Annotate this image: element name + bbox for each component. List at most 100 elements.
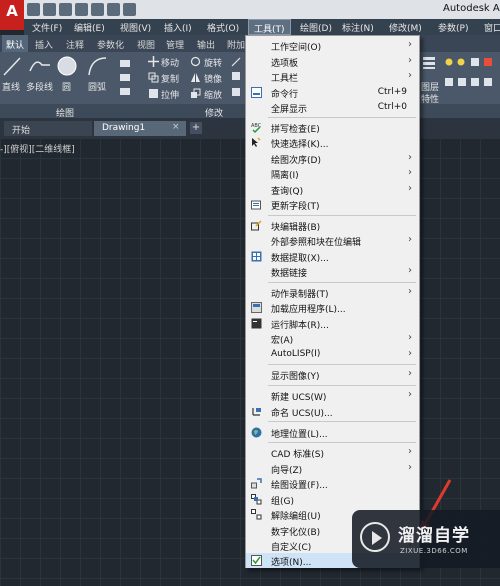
menu-item-26[interactable]: 向导(Z) › xyxy=(246,461,419,476)
menu-item-shortcut: Ctrl+9 xyxy=(377,87,407,97)
tab-start[interactable]: 开始 xyxy=(4,121,92,136)
menu-item-label: 地理位置(L)... xyxy=(271,430,328,440)
viewport-controls[interactable]: -][俯视][二维线框] xyxy=(0,142,75,155)
menu-item-11[interactable]: 更新字段(T) xyxy=(246,197,419,212)
scale-icon[interactable] xyxy=(190,88,201,99)
submenu-arrow-icon: › xyxy=(408,167,412,178)
menu-item-13[interactable]: 外部参照和块在位编辑 › xyxy=(246,233,419,248)
app-title: Autodesk Au xyxy=(443,3,500,14)
tab-annotate[interactable]: 注释 xyxy=(66,38,84,51)
tab-output[interactable]: 输出 xyxy=(197,38,215,51)
close-icon[interactable]: × xyxy=(172,122,180,132)
tab-insert[interactable]: 插入 xyxy=(35,38,53,51)
menu-item-1[interactable]: 工作空间(O) › xyxy=(246,38,419,53)
undo-icon[interactable] xyxy=(107,3,120,16)
menu-item-label: 工具栏 xyxy=(271,74,299,84)
layer-properties-icon[interactable] xyxy=(422,56,436,70)
menu-format[interactable]: 格式(O) xyxy=(207,21,239,34)
menu-window[interactable]: 窗口(W) xyxy=(484,21,500,34)
menu-item-17[interactable]: 加载应用程序(L)... xyxy=(246,300,419,315)
mirror-icon[interactable] xyxy=(190,72,201,83)
open-file-icon[interactable] xyxy=(43,3,56,16)
menu-separator xyxy=(268,117,416,118)
menu-item-24[interactable]: 地理位置(L)... xyxy=(246,425,419,440)
menu-item-12[interactable]: 块编辑器(B) xyxy=(246,218,419,233)
menu-parametric[interactable]: 参数(P) xyxy=(438,21,468,34)
more-draw-icons[interactable] xyxy=(118,58,138,100)
menu-item-2[interactable]: 选项板 › xyxy=(246,54,419,69)
modify-scale-label[interactable]: 缩放 xyxy=(204,88,222,101)
save-icon[interactable] xyxy=(59,3,72,16)
menu-item-8[interactable]: 绘图次序(D) › xyxy=(246,151,419,166)
layer-tool-icons[interactable] xyxy=(444,76,498,88)
arc-icon[interactable] xyxy=(86,55,108,77)
line-icon[interactable] xyxy=(2,55,22,77)
menu-tools[interactable]: 工具(T) xyxy=(248,19,291,35)
menu-item-23[interactable]: 命名 UCS(U)... xyxy=(246,404,419,419)
modify-move-label[interactable]: 移动 xyxy=(161,56,179,69)
menu-item-4[interactable]: 命令行 Ctrl+9 xyxy=(246,85,419,100)
menu-item-22[interactable]: 新建 UCS(W) › xyxy=(246,388,419,403)
menu-insert[interactable]: 插入(I) xyxy=(164,21,192,34)
modify-rotate-label[interactable]: 旋转 xyxy=(204,56,222,69)
menu-item-18[interactable]: 运行脚本(R)... xyxy=(246,316,419,331)
application-menu-button[interactable]: A xyxy=(0,0,24,30)
menu-item-16[interactable]: 动作录制器(T) › xyxy=(246,285,419,300)
add-tab-icon[interactable]: + xyxy=(190,122,202,134)
new-file-icon[interactable] xyxy=(27,3,40,16)
menu-item-14[interactable]: 数据提取(X)... xyxy=(246,249,419,264)
menu-item-5[interactable]: 全屏显示 Ctrl+0 xyxy=(246,100,419,115)
modify-mirror-label[interactable]: 镜像 xyxy=(204,72,222,85)
menu-item-label: 数据提取(X)... xyxy=(271,254,329,264)
menu-item-15[interactable]: 数据链接 › xyxy=(246,264,419,279)
group-icon xyxy=(251,494,262,505)
menu-view[interactable]: 视图(V) xyxy=(120,21,151,34)
menu-item-label: 快速选择(K)... xyxy=(271,140,329,150)
tab-parametric[interactable]: 参数化 xyxy=(97,38,124,51)
redo-icon[interactable] xyxy=(123,3,136,16)
tab-manage[interactable]: 管理 xyxy=(166,38,184,51)
more-modify-icons[interactable] xyxy=(230,56,242,100)
menu-item-25[interactable]: CAD 标准(S) › xyxy=(246,445,419,460)
stretch-icon[interactable] xyxy=(148,88,159,99)
menu-item-7[interactable]: 快速选择(K)... xyxy=(246,135,419,150)
polyline-icon[interactable] xyxy=(28,55,52,77)
menu-dimension[interactable]: 标注(N) xyxy=(342,21,374,34)
copy-icon[interactable] xyxy=(148,72,159,83)
menu-item-28[interactable]: 组(G) xyxy=(246,492,419,507)
menu-edit[interactable]: 编辑(E) xyxy=(74,21,105,34)
spell-check-icon: ABC xyxy=(251,122,262,134)
menu-item-21[interactable]: 显示图像(Y) › xyxy=(246,367,419,382)
modify-copy-label[interactable]: 复制 xyxy=(161,72,179,85)
menu-modify[interactable]: 修改(M) xyxy=(389,21,422,34)
draw-arc-label: 圆弧 xyxy=(88,83,107,93)
submenu-arrow-icon: › xyxy=(408,462,412,473)
menu-file[interactable]: 文件(F) xyxy=(32,21,62,34)
menu-item-label: 显示图像(Y) xyxy=(271,372,320,382)
menu-item-19[interactable]: 宏(A) › xyxy=(246,331,419,346)
modify-stretch-label[interactable]: 拉伸 xyxy=(161,88,179,101)
menu-item-9[interactable]: 隔离(I) › xyxy=(246,166,419,181)
svg-text:ABC: ABC xyxy=(251,123,262,129)
rotate-icon[interactable] xyxy=(190,56,201,67)
move-icon[interactable] xyxy=(148,56,159,67)
menu-item-20[interactable]: AutoLISP(I) › xyxy=(246,347,419,362)
print-icon[interactable] xyxy=(91,3,104,16)
menu-separator xyxy=(268,421,416,422)
tab-default[interactable]: 默认 xyxy=(2,35,29,52)
layer-state-icons[interactable] xyxy=(444,56,498,68)
menu-item-6[interactable]: ABC 拼写检查(E) xyxy=(246,120,419,135)
tab-view[interactable]: 视图 xyxy=(137,38,155,51)
menu-item-27[interactable]: 绘图设置(F)... xyxy=(246,476,419,491)
draw-circle-label: 圆 xyxy=(62,83,72,93)
menu-separator xyxy=(268,385,416,386)
save-as-icon[interactable] xyxy=(75,3,88,16)
menu-item-label: 绘图次序(D) xyxy=(271,156,321,166)
tab-addins[interactable]: 附加 xyxy=(227,38,245,51)
menu-item-3[interactable]: 工具栏 › xyxy=(246,69,419,84)
watermark-url: ZIXUE.3D66.COM xyxy=(400,547,468,555)
circle-icon[interactable] xyxy=(56,55,78,77)
menu-item-10[interactable]: 查询(Q) › xyxy=(246,182,419,197)
menu-draw[interactable]: 绘图(D) xyxy=(300,21,332,34)
menu-item-label: 自定义(C) xyxy=(271,543,312,553)
